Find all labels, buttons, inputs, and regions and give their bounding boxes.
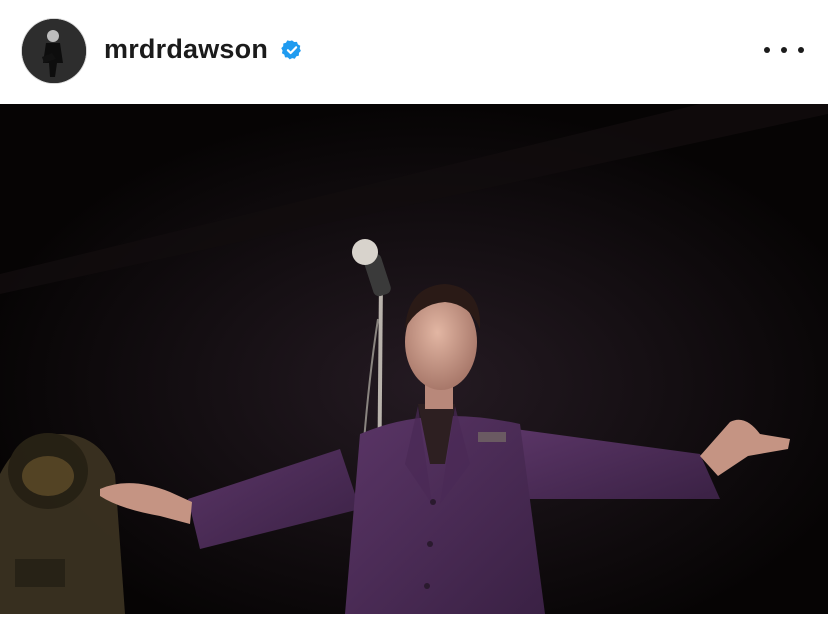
more-dot [798, 47, 804, 53]
verified-badge-icon [281, 40, 301, 60]
more-dot [764, 47, 770, 53]
spacesuit-figure [0, 433, 125, 614]
avatar-photo [22, 19, 86, 83]
avatar[interactable] [22, 19, 86, 83]
username[interactable]: mrdrdawson [104, 34, 268, 65]
more-dot [781, 47, 787, 53]
stage-performer-image [0, 104, 828, 614]
post-photo[interactable] [0, 104, 828, 614]
more-options-icon[interactable] [764, 36, 804, 64]
post-footer [0, 614, 828, 627]
post-header: mrdrdawson [0, 0, 828, 104]
